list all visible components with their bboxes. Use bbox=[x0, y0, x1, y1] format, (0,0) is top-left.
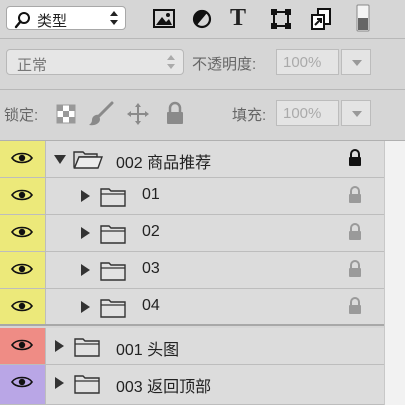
fill-input[interactable]: 100% bbox=[276, 100, 339, 126]
filter-kind-label: 类型 bbox=[37, 13, 68, 30]
visibility-toggle[interactable] bbox=[0, 215, 46, 251]
image-filter-icon[interactable] bbox=[152, 8, 176, 30]
expand-arrow-icon[interactable] bbox=[55, 340, 64, 352]
eye-icon bbox=[11, 376, 33, 388]
blend-mode-select[interactable]: 正常 bbox=[6, 49, 184, 75]
folder-icon bbox=[100, 261, 126, 286]
fill-value: 100% bbox=[283, 105, 322, 122]
layers-scrollbar[interactable] bbox=[384, 141, 405, 405]
blend-options-row: 正常 不透明度: 100% bbox=[0, 39, 405, 90]
lock-position-icon[interactable] bbox=[126, 102, 150, 131]
filter-kind-select[interactable]: 类型 bbox=[6, 6, 126, 30]
type-filter-icon[interactable]: T bbox=[230, 5, 254, 31]
expand-arrow-icon[interactable] bbox=[81, 190, 90, 202]
layer-group-001[interactable]: 001 头图 bbox=[0, 328, 384, 365]
adjustment-filter-icon[interactable] bbox=[190, 8, 214, 30]
shape-filter-icon[interactable] bbox=[269, 8, 293, 30]
layer-group-01[interactable]: 01 bbox=[0, 178, 384, 215]
fill-label: 填充: bbox=[232, 107, 267, 124]
blend-mode-label: 正常 bbox=[17, 57, 48, 74]
layers-list: 002 商品推荐 01 02 03 04 001 头图 003 返回顶部 bbox=[0, 141, 384, 405]
folder-icon bbox=[74, 374, 100, 399]
layer-group-04[interactable]: 04 bbox=[0, 289, 384, 326]
lock-icon bbox=[348, 186, 362, 209]
opacity-dropdown-button[interactable] bbox=[341, 49, 371, 75]
eye-icon bbox=[11, 263, 33, 275]
layer-name: 002 商品推荐 bbox=[116, 155, 212, 172]
opacity-input[interactable]: 100% bbox=[276, 49, 339, 75]
layer-name: 02 bbox=[142, 223, 160, 240]
folder-icon bbox=[100, 298, 126, 323]
lock-icon bbox=[348, 260, 362, 283]
visibility-toggle[interactable] bbox=[0, 141, 46, 177]
eye-icon bbox=[11, 339, 33, 351]
visibility-toggle[interactable] bbox=[0, 289, 46, 324]
expand-arrow-icon[interactable] bbox=[55, 377, 64, 389]
eye-icon bbox=[11, 189, 33, 201]
chevron-down-icon bbox=[352, 60, 362, 66]
fill-dropdown-button[interactable] bbox=[341, 100, 371, 126]
lock-label: 锁定: bbox=[4, 107, 39, 124]
lock-icon bbox=[348, 297, 362, 320]
folder-icon bbox=[100, 224, 126, 249]
filter-toggle-switch[interactable] bbox=[356, 4, 370, 32]
opacity-label: 不透明度: bbox=[192, 56, 257, 73]
layer-name: 003 返回顶部 bbox=[116, 379, 212, 396]
chevron-down-icon bbox=[352, 111, 362, 117]
folder-icon bbox=[74, 337, 100, 362]
lock-options-row: 锁定: 填充: 100% bbox=[0, 90, 405, 141]
filter-toolbar: 类型 T bbox=[0, 0, 405, 39]
layer-group-02[interactable]: 02 bbox=[0, 215, 384, 252]
collapse-arrow-icon[interactable] bbox=[54, 155, 66, 164]
select-arrows-icon bbox=[166, 53, 176, 76]
layers-panel: 类型 T 正常 不透明度: 100% 锁定: 填充: 100% 002 商品推荐… bbox=[0, 0, 405, 405]
folder-open-icon bbox=[73, 149, 103, 174]
layer-group-002[interactable]: 002 商品推荐 bbox=[0, 141, 384, 178]
layer-group-003[interactable]: 003 返回顶部 bbox=[0, 365, 384, 405]
visibility-toggle[interactable] bbox=[0, 365, 46, 404]
layer-group-03[interactable]: 03 bbox=[0, 252, 384, 289]
lock-all-icon[interactable] bbox=[166, 101, 184, 130]
lock-image-pixels-icon[interactable] bbox=[88, 101, 114, 132]
select-arrows-icon bbox=[109, 9, 119, 31]
eye-icon bbox=[11, 300, 33, 312]
expand-arrow-icon[interactable] bbox=[81, 227, 90, 239]
lock-transparent-pixels-icon[interactable] bbox=[56, 104, 76, 129]
lock-icon bbox=[348, 149, 362, 172]
expand-arrow-icon[interactable] bbox=[81, 264, 90, 276]
visibility-toggle[interactable] bbox=[0, 178, 46, 214]
smart-object-filter-icon[interactable] bbox=[309, 8, 333, 30]
layer-name: 04 bbox=[142, 297, 160, 314]
eye-icon bbox=[11, 152, 33, 164]
layer-name: 01 bbox=[142, 186, 160, 203]
lock-icon bbox=[348, 223, 362, 246]
layer-name: 001 头图 bbox=[116, 342, 180, 359]
expand-arrow-icon[interactable] bbox=[81, 301, 90, 313]
layer-name: 03 bbox=[142, 260, 160, 277]
visibility-toggle[interactable] bbox=[0, 328, 46, 364]
visibility-toggle[interactable] bbox=[0, 252, 46, 288]
search-icon bbox=[14, 11, 32, 33]
eye-icon bbox=[11, 226, 33, 238]
folder-icon bbox=[100, 187, 126, 212]
opacity-value: 100% bbox=[283, 54, 322, 71]
